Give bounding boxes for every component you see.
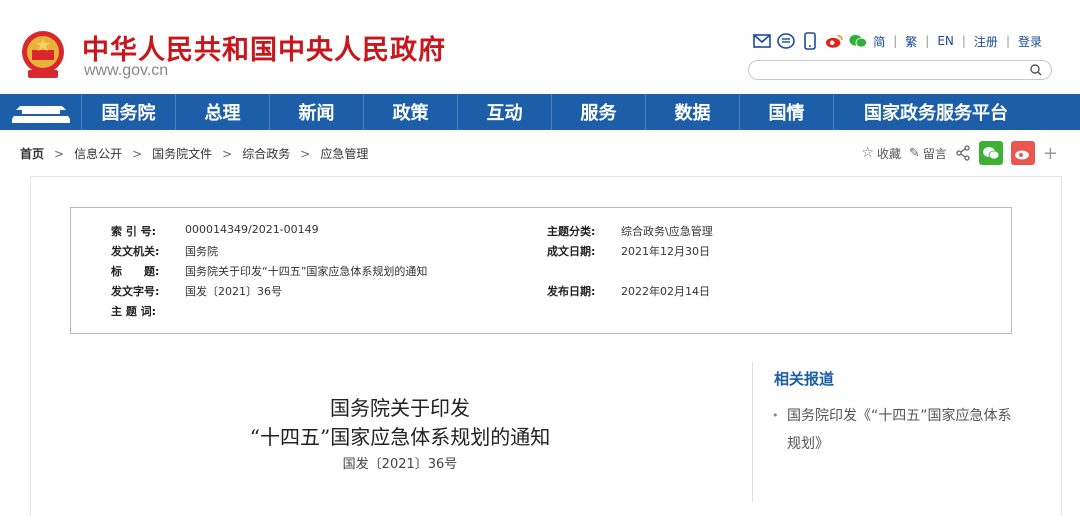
chevron-right-icon: > [132,146,143,161]
nav-item-state-council[interactable]: 国务院 [82,94,176,130]
breadcrumb-general-affairs[interactable]: 综合政务 [242,145,290,162]
article-title-line1: 国务院关于印发 [330,396,470,420]
main-nav: 国务院 总理 新闻 政策 互动 服务 数据 国情 国家政务服务平台 [0,94,1080,130]
site-url[interactable]: www.gov.cn [84,62,168,80]
meta-published-row: 发布日期: 2022年02月14日 [547,283,710,299]
site-header: 中华人民共和国中央人民政府 www.gov.cn 简 | 繁 | EN | 注册… [0,0,1080,94]
meta-value: 2022年02月14日 [621,285,710,298]
meta-value: 2021年12月30日 [621,245,710,258]
nav-home[interactable] [0,94,82,130]
divider: | [893,34,898,48]
article-doc-number: 国发〔2021〕36号 [342,457,458,472]
nav-item-news[interactable]: 新闻 [270,94,364,130]
search-input[interactable] [748,60,1052,80]
breadcrumb-home[interactable]: 首页 [20,145,44,162]
register-link[interactable]: 注册 [974,33,998,50]
more-share-button[interactable]: + [1043,143,1058,164]
lang-traditional[interactable]: 繁 [905,33,917,50]
meta-subject-row: 主题分类: 综合政务\应急管理 [547,223,713,239]
message-icon[interactable] [777,32,795,50]
share-button[interactable] [955,145,971,161]
divider: | [961,34,966,48]
meta-label: 成文日期: [547,245,596,258]
favorite-label: 收藏 [876,146,901,161]
divider: | [925,34,930,48]
meta-label: 发文机关: [111,245,160,258]
divider: | [1005,34,1010,48]
national-emblem-icon[interactable] [20,30,66,80]
meta-label: 发布日期: [547,285,596,298]
nav-item-national-info[interactable]: 国情 [740,94,834,130]
wechat-share-button[interactable] [978,141,1003,165]
favorite-button[interactable]: ☆ 收藏 [861,145,901,162]
share-icon [956,145,970,161]
breadcrumb-state-council-docs[interactable]: 国务院文件 [152,145,212,162]
weibo-icon [1014,150,1029,160]
meta-index-row: 索 引 号: 000014349/2021-00149 [111,223,319,239]
article-title-line2: “十四五”国家应急体系规划的通知 [249,425,551,449]
article-tools: ☆ 收藏 ✎ 留言 + [861,141,1058,165]
document-metadata: 索 引 号: 000014349/2021-00149 主题分类: 综合政务\应… [70,207,1012,334]
meta-title-row: 标 题: 国务院关于印发“十四五”国家应急体系规划的通知 [111,263,427,279]
breadcrumb: 首页 > 信息公开 > 国务院文件 > 综合政务 > 应急管理 [20,145,368,162]
wechat-icon [982,147,1000,160]
lang-english[interactable]: EN [937,34,954,48]
star-icon: ☆ [861,145,874,161]
related-item[interactable]: • 国务院印发《“十四五”国家应急体系规划》 [772,402,1022,458]
bullet-icon: • [772,409,779,422]
nav-item-services[interactable]: 服务 [552,94,646,130]
chevron-right-icon: > [54,146,65,161]
meta-value: 000014349/2021-00149 [185,223,319,236]
meta-value: 国发〔2021〕36号 [185,285,282,298]
meta-label: 主题分类: [547,225,596,238]
weibo-share-button[interactable] [1010,141,1035,165]
meta-doc-row: 发文字号: 国发〔2021〕36号 [111,283,282,299]
chevron-right-icon: > [222,146,233,161]
meta-value: 综合政务\应急管理 [621,225,713,238]
chevron-right-icon: > [300,146,311,161]
nav-item-policies[interactable]: 政策 [364,94,458,130]
nav-item-interaction[interactable]: 互动 [458,94,552,130]
related-item-link[interactable]: 国务院印发《“十四五”国家应急体系规划》 [772,402,1022,458]
top-links: 简 | 繁 | EN | 注册 | 登录 [753,32,1042,50]
wechat-icon[interactable] [849,32,868,50]
meta-label: 主 题 词: [111,305,157,318]
pen-icon: ✎ [908,145,920,161]
lang-simplified[interactable]: 简 [873,33,885,50]
meta-label: 发文字号: [111,285,160,298]
mobile-icon[interactable] [801,32,819,50]
meta-label: 索 引 号: [111,225,157,238]
comment-button[interactable]: ✎ 留言 [909,145,947,162]
comment-label: 留言 [922,146,947,161]
meta-value: 国务院关于印发“十四五”国家应急体系规划的通知 [185,265,428,278]
breadcrumb-info-disclosure[interactable]: 信息公开 [74,145,122,162]
meta-label: 标 题: [111,265,160,278]
related-heading: 相关报道 [774,370,835,388]
meta-value: 国务院 [185,245,218,258]
nav-item-data[interactable]: 数据 [646,94,740,130]
login-link[interactable]: 登录 [1018,33,1042,50]
nav-item-premier[interactable]: 总理 [176,94,270,130]
weibo-icon[interactable] [825,32,844,50]
meta-keywords-row: 主 题 词: [111,303,185,319]
meta-issuer-row: 发文机关: 国务院 [111,243,218,259]
mail-icon[interactable] [753,32,771,50]
tiananmen-icon [11,106,70,123]
meta-written-row: 成文日期: 2021年12月30日 [547,243,710,259]
sidebar-divider [752,362,753,502]
nav-item-service-platform[interactable]: 国家政务服务平台 [834,94,1038,130]
breadcrumb-emergency-management[interactable]: 应急管理 [320,145,368,162]
search-icon[interactable] [1029,63,1043,77]
